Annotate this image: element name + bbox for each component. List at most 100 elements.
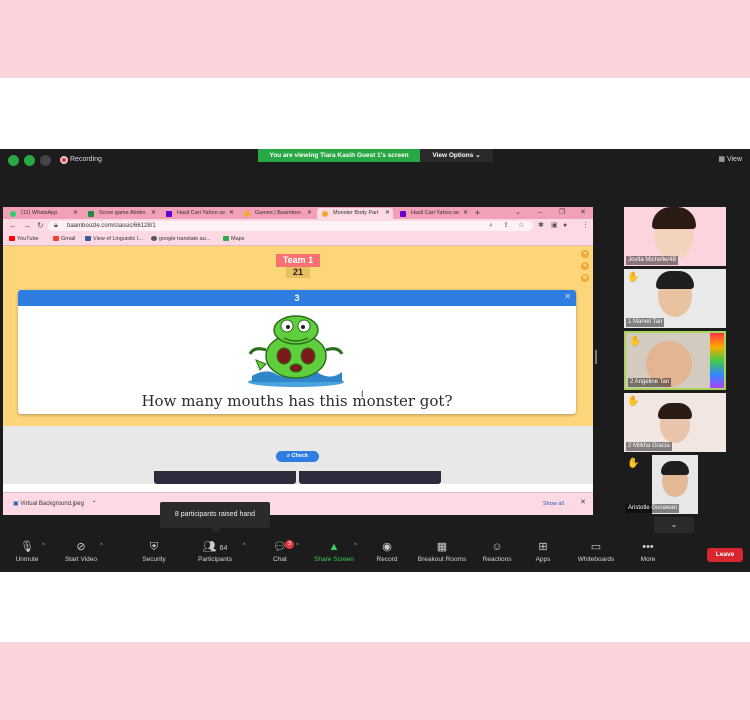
- forward-icon[interactable]: →: [23, 220, 31, 232]
- participant-name: Jovita Michelle/4B: [626, 256, 679, 265]
- apps-icon: ⊞: [538, 541, 548, 553]
- share-screen-label: Share Screen: [314, 556, 354, 563]
- apps-button[interactable]: ⊞ Apps: [528, 539, 558, 565]
- raised-hand-icon: ✋: [627, 458, 640, 469]
- whiteboards-button[interactable]: ▭ Whiteboards: [572, 539, 620, 565]
- close-icon[interactable]: ✕: [229, 208, 234, 219]
- participant-tile[interactable]: ✋ 1 Marvel Tan: [624, 269, 726, 328]
- show-all-button[interactable]: Show all: [543, 499, 564, 509]
- close-icon[interactable]: ✕: [580, 498, 586, 508]
- breakout-rooms-button[interactable]: ▦ Breakout Rooms: [412, 539, 472, 565]
- close-icon[interactable]: ✕: [581, 250, 589, 258]
- white-band-top: [0, 78, 750, 149]
- browser-tab[interactable]: Games | Baamboo ✕: [239, 208, 315, 219]
- video-off-icon: ⊘: [76, 541, 86, 553]
- reload-icon[interactable]: ↻: [37, 220, 44, 232]
- participant-tile[interactable]: ✋ Aristotle Gunawan: [624, 455, 726, 514]
- participant-tile[interactable]: ✋ 2 Milkha Gracia: [624, 393, 726, 452]
- chevron-up-icon[interactable]: ^: [296, 543, 299, 549]
- mic-muted-icon: 🎙︎: [20, 541, 34, 553]
- settings-icon[interactable]: ⚙: [581, 274, 589, 282]
- check-button[interactable]: ⌕ Check: [276, 451, 319, 462]
- share-screen-button[interactable]: ▲ Share Screen: [310, 539, 358, 565]
- kebab-menu-icon[interactable]: ⋮: [582, 221, 589, 231]
- baamboozle-game-page: Team 1 21 ✕ ✎ ⚙ 3 ✕ How many mouths has …: [3, 246, 593, 484]
- download-item[interactable]: ▣ Virtual Background.jpeg ⌃: [13, 499, 97, 509]
- chevron-up-icon[interactable]: ^: [354, 543, 357, 549]
- encryption-icon[interactable]: [24, 155, 35, 166]
- participant-hair: [658, 403, 692, 419]
- zoom-icon[interactable]: ⌕: [489, 221, 493, 231]
- browser-tab[interactable]: Hasil Cari Yahoo se ✕: [395, 208, 471, 219]
- participant-tile-speaking[interactable]: ✋ 2 Angeline Tan: [624, 331, 726, 390]
- restore-icon[interactable]: ❐: [559, 207, 565, 219]
- security-button[interactable]: ⛨ Security: [136, 539, 172, 565]
- participants-button[interactable]: 👥︎ 64 Participants: [192, 539, 238, 565]
- mic-muted-icon[interactable]: [40, 155, 51, 166]
- question-number: 3: [18, 290, 576, 306]
- monster-illustration: [248, 315, 344, 387]
- bookmark-label: YouTube: [17, 236, 39, 242]
- more-button[interactable]: ••• More: [634, 539, 662, 565]
- leave-button[interactable]: Leave: [707, 548, 743, 562]
- start-video-label: Start Video: [64, 556, 98, 563]
- browser-tab[interactable]: (11) WhatsApp ✕: [5, 208, 81, 219]
- profile-icon[interactable]: ●: [563, 221, 567, 231]
- close-icon[interactable]: ✕: [463, 208, 468, 219]
- browser-tab-active[interactable]: Monster Body Part ✕: [317, 208, 393, 219]
- participant-tile[interactable]: Jovita Michelle/4B: [624, 207, 726, 266]
- close-icon[interactable]: ✕: [307, 208, 312, 219]
- record-button[interactable]: ◉ Record: [370, 539, 404, 565]
- close-icon[interactable]: ✕: [580, 207, 586, 219]
- minimize-icon[interactable]: –: [538, 207, 542, 219]
- zoom-window: Recording You are viewing Tiara Kasih Gu…: [0, 149, 750, 572]
- browser-tab[interactable]: Hasil Cari Yahoo se ✕: [161, 208, 237, 219]
- sidepanel-icon[interactable]: ▣: [551, 221, 558, 231]
- star-icon[interactable]: ☆: [518, 221, 524, 231]
- chevron-up-icon[interactable]: ^: [100, 543, 103, 549]
- start-video-button[interactable]: ⊘ Start Video: [58, 539, 104, 565]
- close-icon[interactable]: ✕: [151, 208, 156, 219]
- question-text: How many mouths has this monster got?: [141, 392, 453, 410]
- back-icon[interactable]: ←: [9, 220, 17, 232]
- bookmarks-bar: YouTube Gmail View of Linguistic I... go…: [3, 233, 593, 246]
- team-score: 21: [286, 267, 310, 278]
- browser-tab[interactable]: Score game Abdim ✕: [83, 208, 159, 219]
- close-icon[interactable]: ✕: [73, 208, 78, 219]
- close-icon[interactable]: ✕: [564, 290, 571, 304]
- more-label: More: [640, 556, 656, 563]
- panel-splitter[interactable]: [595, 350, 597, 364]
- close-icon[interactable]: ✕: [385, 208, 390, 219]
- edit-icon[interactable]: ✎: [581, 262, 589, 270]
- unmute-button[interactable]: 🎙︎ Unmute: [10, 539, 44, 565]
- raised-hand-icon: ✋: [627, 396, 640, 407]
- breakout-rooms-label: Breakout Rooms: [417, 556, 467, 563]
- bookmark-gmail[interactable]: Gmail: [53, 233, 75, 246]
- chevron-down-icon[interactable]: ⌄: [515, 207, 521, 219]
- emoji-icon: ☺: [491, 541, 503, 553]
- bookmark-youtube[interactable]: YouTube: [9, 233, 39, 246]
- chevron-down-icon[interactable]: ⌄: [654, 517, 694, 533]
- extensions-icon[interactable]: ✱: [538, 221, 544, 231]
- view-button[interactable]: ▦ View: [718, 155, 742, 163]
- bookmark-linguistic[interactable]: View of Linguistic I...: [85, 233, 143, 246]
- bookmark-maps[interactable]: Maps: [223, 233, 244, 246]
- share-icon[interactable]: ⇪: [503, 221, 509, 231]
- chat-label: Chat: [273, 556, 287, 563]
- bookmark-translate[interactable]: google translate au...: [151, 233, 210, 246]
- chevron-up-icon[interactable]: ⌃: [92, 501, 97, 507]
- view-options-button[interactable]: View Options ⌄: [420, 149, 493, 162]
- reactions-button[interactable]: ☺ Reactions: [478, 539, 516, 565]
- board-tile[interactable]: [299, 471, 441, 484]
- chevron-up-icon[interactable]: ^: [42, 543, 45, 549]
- participant-name: Aristotle Gunawan: [626, 504, 680, 513]
- shared-browser-window: (11) WhatsApp ✕ Score game Abdim ✕ Hasil…: [3, 207, 593, 515]
- mouse-cursor-icon: I: [361, 389, 364, 399]
- chevron-up-icon[interactable]: ^: [243, 543, 246, 549]
- new-tab-icon[interactable]: +: [475, 207, 480, 219]
- shield-check-icon[interactable]: [8, 155, 19, 166]
- participant-hair: [656, 271, 694, 289]
- team-label: Team 1: [276, 254, 320, 267]
- url-field[interactable]: 🔒︎ baamboozle.com/classic/66128/1 ⌕ ⇪ ☆: [48, 221, 533, 231]
- board-tile[interactable]: [154, 471, 296, 484]
